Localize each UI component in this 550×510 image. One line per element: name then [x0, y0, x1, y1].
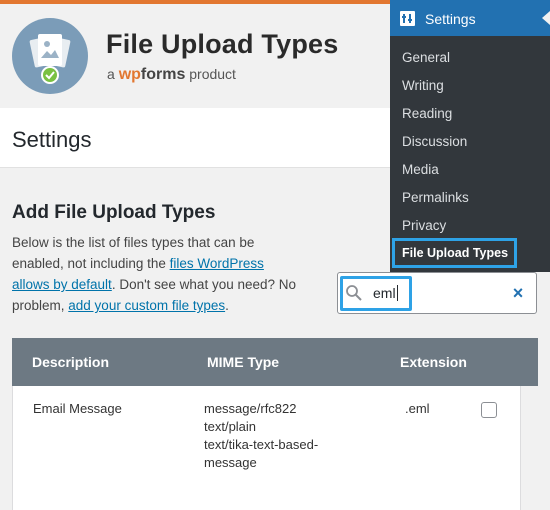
clear-icon[interactable]: × [510, 284, 526, 302]
menu-item-permalinks[interactable]: Permalinks [402, 190, 469, 205]
menu-header-label: Settings [425, 11, 476, 27]
menu-header-settings[interactable]: Settings [390, 0, 550, 36]
menu-item-file-upload-types[interactable]: File Upload Types [392, 238, 517, 268]
byline-suffix: product [189, 66, 236, 82]
mime-line: message [204, 455, 257, 470]
menu-item-general[interactable]: General [402, 50, 450, 65]
table-row: Email Message message/rfc822 text/plain … [12, 386, 521, 510]
mime-line: text/tika-text-based- [204, 437, 319, 452]
text-caret [396, 285, 398, 301]
table-header: Description MIME Type Extension [12, 338, 538, 386]
settings-sliders-icon [400, 11, 415, 26]
byline-prefix: a [107, 66, 115, 82]
mime-line: message/rfc822 [204, 401, 297, 416]
page-title: Settings [12, 127, 92, 152]
search-value[interactable]: eml [373, 285, 398, 301]
menu-item-media[interactable]: Media [402, 162, 439, 177]
plugin-title: File Upload Types [106, 29, 339, 59]
column-header-mime: MIME Type [207, 354, 280, 370]
row-extension: .eml [405, 401, 430, 416]
menu-item-reading[interactable]: Reading [402, 106, 452, 121]
row-description: Email Message [33, 401, 122, 416]
add-custom-file-types-link[interactable]: add your custom file types [68, 298, 225, 313]
section-description: Below is the list of files types that ca… [12, 232, 302, 316]
desc-part-3: . [225, 298, 229, 313]
plugin-header: File Upload Types a wpforms product [0, 4, 390, 107]
settings-title-bar: Settings [0, 108, 390, 168]
search-text: eml [373, 285, 396, 301]
menu-item-writing[interactable]: Writing [402, 78, 444, 93]
current-menu-arrow [542, 11, 550, 25]
plugin-logo [12, 18, 88, 94]
column-header-extension: Extension [400, 354, 467, 370]
menu-item-file-upload-types-label: File Upload Types [402, 246, 509, 260]
admin-settings-menu: Settings General Writing Reading Discuss… [390, 0, 550, 272]
menu-item-privacy[interactable]: Privacy [402, 218, 446, 233]
menu-item-discussion[interactable]: Discussion [402, 134, 467, 149]
plugin-byline: a wpforms product [107, 66, 236, 84]
brand-forms: forms [140, 66, 186, 83]
file-upload-icon [29, 34, 71, 84]
column-header-description: Description [32, 354, 110, 370]
file-types-table: Description MIME Type Extension Email Me… [12, 338, 538, 510]
enable-checkbox[interactable] [481, 402, 497, 418]
section-title: Add File Upload Types [12, 202, 216, 223]
row-mime-types: message/rfc822 text/plain text/tika-text… [204, 400, 318, 472]
search-icon [346, 285, 362, 301]
brand-wp: wp [118, 66, 141, 83]
mime-line: text/plain [204, 419, 257, 434]
